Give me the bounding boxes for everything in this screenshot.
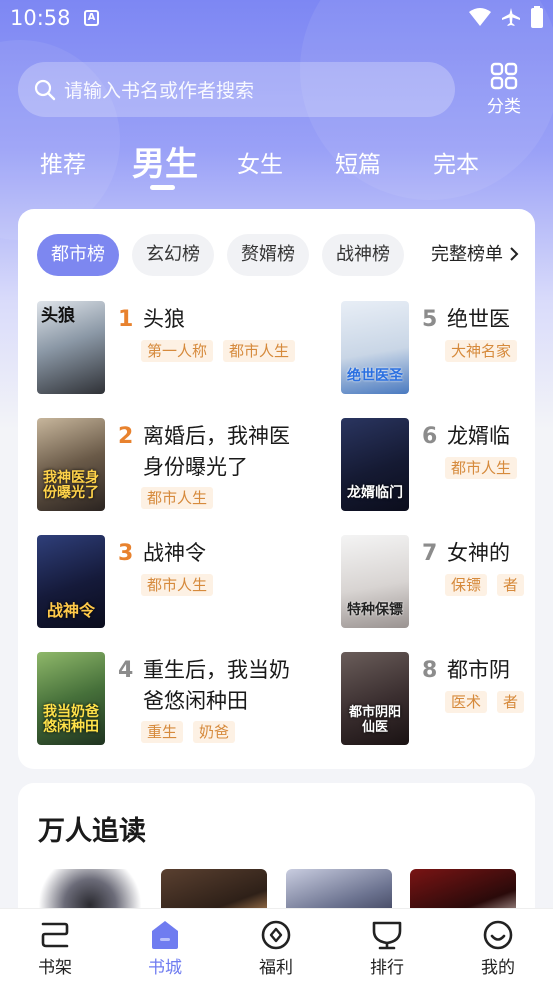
section-title: 万人追读 bbox=[38, 816, 146, 847]
full-ranking-label: 完整榜单 bbox=[431, 244, 503, 265]
nav-profile-label: 我的 bbox=[481, 958, 515, 978]
book-tag: 者 bbox=[497, 691, 525, 713]
full-ranking-link[interactable]: 完整榜单 bbox=[431, 234, 519, 276]
nav-welfare[interactable]: 福利 bbox=[241, 919, 311, 978]
book-title: 离婚后，我神医身份曝光了 bbox=[143, 424, 290, 479]
book-tag: 都市人生 bbox=[141, 574, 214, 596]
grid-icon bbox=[490, 62, 518, 90]
book-item[interactable]: 绝世医圣 5 绝世医 大神名家 bbox=[341, 301, 535, 396]
book-item[interactable]: 我当奶爸悠闲种田 4 重生后，我当奶爸悠闲种田 重生 奶爸 bbox=[37, 652, 337, 747]
book-tags: 都市人生 bbox=[141, 574, 214, 596]
bottom-nav: 书架 书城 福利 排行 我的 bbox=[0, 908, 553, 984]
chip-war-god[interactable]: 战神榜 bbox=[322, 234, 404, 276]
book-item[interactable]: 战神令 3 战神令 都市人生 bbox=[37, 535, 337, 630]
book-cover: 绝世医圣 bbox=[341, 301, 409, 394]
book-tag: 都市人生 bbox=[445, 457, 518, 479]
home-icon bbox=[152, 921, 178, 949]
book-item[interactable]: 特种保镖 7 女神的 保镖 者 bbox=[341, 535, 535, 630]
chip-fantasy[interactable]: 玄幻榜 bbox=[132, 234, 214, 276]
smiley-icon bbox=[483, 920, 513, 950]
book-cover: 我神医身份曝光了 bbox=[37, 418, 105, 511]
search-placeholder: 请输入书名或作者搜索 bbox=[64, 80, 255, 102]
rank-number: 4 bbox=[118, 658, 134, 683]
bookshelf-icon bbox=[41, 922, 69, 948]
tab-completed[interactable]: 完本 bbox=[433, 145, 479, 179]
book-title: 重生后，我当奶爸悠闲种田 bbox=[143, 658, 290, 713]
tab-female[interactable]: 女生 bbox=[237, 145, 283, 179]
book-cover: 特种保镖 bbox=[341, 535, 409, 628]
search-icon bbox=[34, 79, 56, 100]
book-tag: 奶爸 bbox=[193, 721, 236, 743]
chip-city[interactable]: 都市榜 bbox=[37, 234, 119, 276]
tab-recommend[interactable]: 推荐 bbox=[40, 145, 86, 179]
book-cover: 头狼 bbox=[37, 301, 105, 394]
book-title: 龙婿临 bbox=[447, 424, 510, 448]
nav-ranking[interactable]: 排行 bbox=[352, 919, 422, 978]
book-cover: 都市阴阳仙医 bbox=[341, 652, 409, 745]
book-item[interactable]: 我神医身份曝光了 2 离婚后，我神医身份曝光了 都市人生 bbox=[37, 418, 337, 513]
tab-short[interactable]: 短篇 bbox=[335, 145, 381, 179]
book-tag: 都市人生 bbox=[141, 487, 214, 509]
nav-profile[interactable]: 我的 bbox=[463, 919, 533, 978]
search-bar[interactable]: 请输入书名或作者搜索 bbox=[18, 62, 455, 117]
rank-number: 2 bbox=[118, 424, 134, 449]
nav-welfare-label: 福利 bbox=[259, 958, 293, 978]
nav-bookstore-label: 书城 bbox=[148, 958, 182, 978]
book-cover: 战神令 bbox=[37, 535, 105, 628]
book-tag: 都市人生 bbox=[223, 340, 296, 362]
book-item[interactable]: 龙婿临门 6 龙婿临 都市人生 bbox=[341, 418, 535, 513]
category-label: 分类 bbox=[487, 97, 521, 117]
rank-number: 8 bbox=[422, 658, 438, 683]
book-tag: 医术 bbox=[445, 691, 488, 713]
book-tags: 医术 者 bbox=[445, 691, 525, 713]
ranking-card: 都市榜 玄幻榜 赘婿榜 战神榜 完整榜单 头狼 1 头狼 第一人称 都市人生 我… bbox=[18, 209, 535, 769]
book-item[interactable]: 都市阴阳仙医 8 都市阴 医术 者 bbox=[341, 652, 535, 747]
book-cover: 我当奶爸悠闲种田 bbox=[37, 652, 105, 745]
ranking-chips: 都市榜 玄幻榜 赘婿榜 战神榜 完整榜单 bbox=[37, 234, 535, 278]
channel-tabs: 推荐 男生 女生 短篇 完本 bbox=[0, 137, 553, 197]
book-title: 都市阴 bbox=[447, 658, 510, 682]
rank-number: 3 bbox=[118, 541, 134, 566]
book-tag: 保镖 bbox=[445, 574, 488, 596]
rank-number: 6 bbox=[422, 424, 438, 449]
airplane-icon bbox=[502, 8, 520, 26]
nav-ranking-label: 排行 bbox=[370, 958, 404, 978]
tab-indicator bbox=[150, 185, 175, 190]
book-tags: 都市人生 bbox=[445, 457, 518, 479]
tab-male[interactable]: 男生 bbox=[132, 137, 198, 185]
book-tags: 都市人生 bbox=[141, 487, 214, 509]
book-title: 战神令 bbox=[143, 541, 206, 565]
trophy-icon bbox=[372, 921, 402, 950]
book-cover: 龙婿临门 bbox=[341, 418, 409, 511]
notification-icon: A bbox=[84, 10, 99, 26]
rank-number: 5 bbox=[422, 307, 438, 332]
book-tags: 重生 奶爸 bbox=[141, 721, 236, 743]
book-title: 女神的 bbox=[447, 541, 510, 565]
rank-number: 7 bbox=[422, 541, 438, 566]
book-item[interactable]: 头狼 1 头狼 第一人称 都市人生 bbox=[37, 301, 337, 396]
book-tag: 者 bbox=[497, 574, 525, 596]
status-time: 10:58 bbox=[10, 6, 71, 30]
rank-number: 1 bbox=[118, 307, 134, 332]
chip-son-in-law[interactable]: 赘婿榜 bbox=[227, 234, 309, 276]
nav-bookshelf[interactable]: 书架 bbox=[20, 919, 90, 978]
wifi-icon bbox=[469, 8, 491, 26]
nav-bookstore[interactable]: 书城 bbox=[130, 919, 200, 978]
coin-icon bbox=[261, 920, 291, 950]
book-tag: 大神名家 bbox=[445, 340, 518, 362]
book-tags: 保镖 者 bbox=[445, 574, 525, 596]
battery-icon bbox=[531, 6, 543, 28]
book-title: 头狼 bbox=[143, 307, 185, 331]
book-title: 绝世医 bbox=[447, 307, 510, 331]
chevron-right-icon bbox=[510, 247, 519, 261]
book-tag: 第一人称 bbox=[141, 340, 214, 362]
status-bar: 10:58 A bbox=[0, 0, 553, 38]
book-tags: 大神名家 bbox=[445, 340, 518, 362]
book-tag: 重生 bbox=[141, 721, 184, 743]
category-button[interactable]: 分类 bbox=[482, 62, 526, 118]
book-tags: 第一人称 都市人生 bbox=[141, 340, 296, 362]
nav-bookshelf-label: 书架 bbox=[38, 958, 72, 978]
